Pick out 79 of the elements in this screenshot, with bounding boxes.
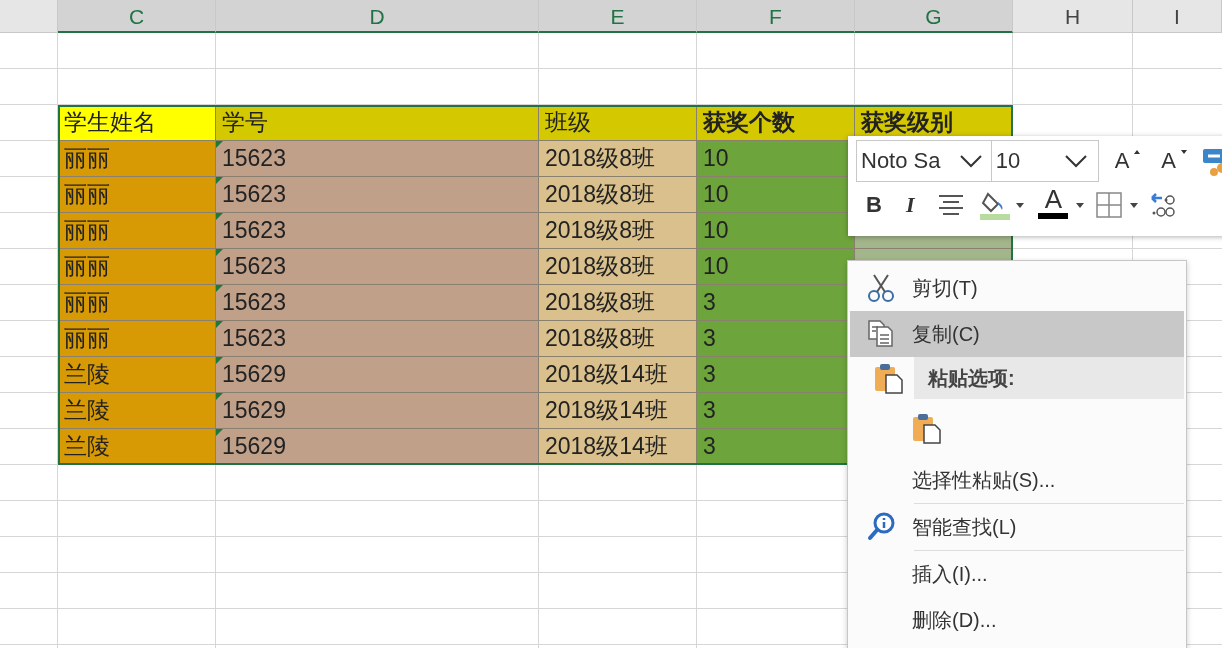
column-header[interactable]: G	[855, 0, 1013, 33]
dropdown-icon[interactable]	[1063, 153, 1090, 169]
menu-item[interactable]: 选择性粘贴(S)...	[850, 457, 1184, 503]
header-cell-text: 班级	[545, 108, 591, 137]
paste-icon	[874, 361, 904, 395]
table-cell-text: 3	[703, 360, 716, 389]
table-cell-text: 2018级14班	[545, 432, 668, 461]
column-header[interactable]: C	[58, 0, 216, 33]
smart-lookup-icon	[867, 512, 895, 542]
caret-icon[interactable]	[1130, 202, 1139, 208]
table-cell-text: 15623	[222, 288, 286, 317]
table-cell-text: 15629	[222, 360, 286, 389]
grow-font-button[interactable]: A	[1110, 143, 1146, 179]
table-cell-text: 丽丽	[64, 180, 110, 209]
menu-item[interactable]: 删除(D)...	[850, 597, 1184, 643]
caret-icon[interactable]	[1076, 202, 1085, 208]
table-cell-text: 2018级8班	[545, 144, 655, 173]
table-cell-text: 15623	[222, 180, 286, 209]
menu-item[interactable]: 剪切(T)	[850, 265, 1184, 311]
header-cell-text: 学生姓名	[64, 108, 156, 137]
header-cell-text: 获奖级别	[861, 108, 953, 137]
table-cell-text: 2018级8班	[545, 180, 655, 209]
menu-item[interactable]: 插入(I)...	[850, 551, 1184, 597]
font-color-button[interactable]: A	[1036, 185, 1071, 225]
table-cell-text: 兰陵	[64, 360, 110, 389]
column-header[interactable]: E	[539, 0, 697, 33]
paste-icon[interactable]	[912, 411, 942, 445]
header-cell-text: 获奖个数	[703, 108, 795, 137]
arrow-icon	[1180, 149, 1189, 155]
column-header[interactable]: H	[1013, 0, 1133, 33]
table-cell-text: 2018级8班	[545, 216, 655, 245]
table-cell-text: 2018级8班	[545, 324, 655, 353]
fill-color-icon[interactable]	[980, 190, 1011, 220]
font-size-field[interactable]: 10	[990, 140, 1099, 182]
caret-icon[interactable]	[1016, 202, 1025, 208]
table-cell-text: 丽丽	[64, 324, 110, 353]
shrink-font-button[interactable]: A	[1157, 143, 1193, 179]
table-cell-text: 15623	[222, 252, 286, 281]
table-cell-text: 10	[703, 144, 729, 173]
cut-icon	[867, 273, 895, 303]
table-cell-text: 2018级8班	[545, 288, 655, 317]
menu-item[interactable]: 复制(C)	[850, 311, 1184, 357]
table-cell-text: 10	[703, 180, 729, 209]
copy-icon	[867, 319, 895, 349]
table-cell-text: 15629	[222, 396, 286, 425]
menu-heading: 粘贴选项:	[914, 357, 1184, 399]
table-cell-text: 15623	[222, 324, 286, 353]
bold-button[interactable]: B	[856, 187, 892, 223]
table-cell-text: 2018级8班	[545, 252, 655, 281]
arrow-icon	[1133, 149, 1142, 155]
table-cell-text: 3	[703, 288, 716, 317]
table-cell-text: 15623	[222, 144, 286, 173]
table-cell-text: 15629	[222, 432, 286, 461]
borders-icon[interactable]	[1096, 192, 1123, 218]
table-cell-text: 3	[703, 324, 716, 353]
header-cell-text: 学号	[222, 108, 268, 137]
dropdown-icon[interactable]	[958, 153, 985, 169]
align-center-icon[interactable]	[938, 193, 965, 217]
column-header[interactable]: F	[697, 0, 855, 33]
increase-decimal-icon[interactable]	[1150, 191, 1177, 219]
menu-item[interactable]: 智能查找(L)	[850, 504, 1184, 550]
table-cell-text: 2018级14班	[545, 360, 668, 389]
table-cell-text: 兰陵	[64, 396, 110, 425]
table-cell-text: 丽丽	[64, 288, 110, 317]
table-cell-text: 3	[703, 432, 716, 461]
table-cell-text: 15623	[222, 216, 286, 245]
font-name-field[interactable]: Noto Sa	[856, 140, 992, 182]
table-cell-text: 丽丽	[64, 144, 110, 173]
column-header[interactable]: D	[216, 0, 539, 33]
table-cell-text: 10	[703, 216, 729, 245]
format-icon[interactable]	[1202, 146, 1222, 176]
table-cell-text: 10	[703, 252, 729, 281]
table-cell-text: 3	[703, 396, 716, 425]
table-cell-text: 2018级14班	[545, 396, 668, 425]
table-cell-text: 丽丽	[64, 252, 110, 281]
table-cell-text: 丽丽	[64, 216, 110, 245]
italic-button[interactable]: I	[893, 187, 927, 223]
table-cell-text: 兰陵	[64, 432, 110, 461]
column-header[interactable]: I	[1133, 0, 1222, 33]
